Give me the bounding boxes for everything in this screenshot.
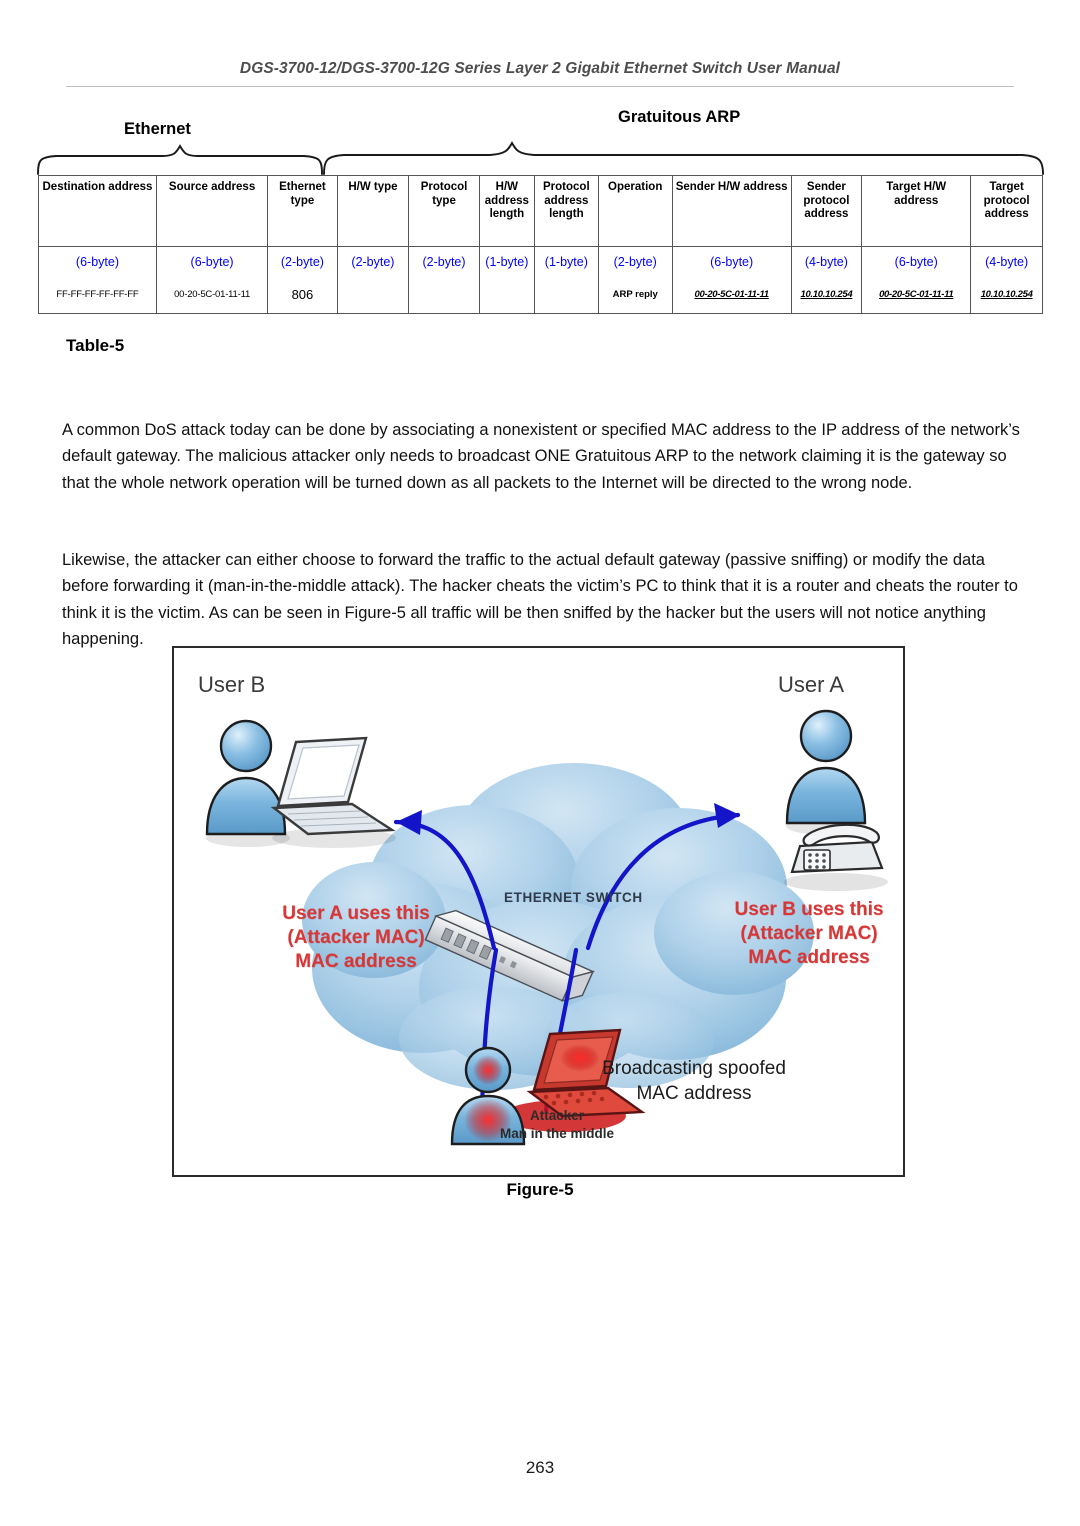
body-paragraph-2: Likewise, the attacker can either choose…: [62, 550, 1018, 649]
field-value: 806: [267, 279, 338, 314]
field-size: (6-byte): [671, 246, 792, 279]
column-header: H/W type: [336, 175, 410, 247]
field-value: [533, 279, 599, 314]
field-size: (2-byte): [267, 246, 338, 279]
figure-5-illustration: User B User A User A uses this (Attacker …: [172, 646, 905, 1177]
field-size: (2-byte): [408, 246, 480, 279]
field-value: [478, 279, 535, 314]
broadcast-spoofed-mac-label: Broadcasting spoofed MAC address: [602, 1058, 786, 1104]
header-divider: [66, 86, 1014, 87]
column-header: Destination address: [38, 175, 157, 247]
packet-format-table: Destination address Source address Ether…: [38, 175, 1043, 314]
field-size: (6-byte): [861, 246, 972, 279]
group-label-ethernet: Ethernet: [124, 120, 191, 138]
field-value: 10.10.10.254: [790, 279, 863, 314]
field-value: [336, 279, 410, 314]
field-size: (4-byte): [970, 246, 1043, 279]
group-label-gratuitous-arp: Gratuitous ARP: [618, 108, 741, 126]
annotation-user-a-uses-attacker-mac: User A uses this (Attacker MAC) MAC addres…: [282, 903, 430, 972]
running-header: DGS-3700-12/DGS-3700-12G Series Layer 2 …: [239, 60, 841, 77]
column-header: Sender H/W address: [671, 175, 792, 247]
table-size-row: (6-byte) (6-byte) (2-byte) (2-byte) (2-b…: [38, 246, 1043, 279]
column-header: Target protocol address: [970, 175, 1043, 247]
table-value-row: FF-FF-FF-FF-FF-FF 00-20-5C-01-11-11 806 …: [38, 279, 1043, 314]
table-caption: Table-5: [66, 336, 125, 355]
field-value: 00-20-5C-01-11-11: [155, 279, 269, 314]
body-paragraph-1: A common DoS attack today can be done by…: [62, 420, 1020, 492]
field-size: (2-byte): [597, 246, 673, 279]
field-value: 00-20-5C-01-11-11: [861, 279, 972, 314]
field-size: (4-byte): [790, 246, 863, 279]
column-header: Operation: [597, 175, 673, 247]
field-value: FF-FF-FF-FF-FF-FF: [38, 279, 157, 314]
attacker-label: Attacker Man in the middle: [499, 1108, 614, 1141]
ethernet-switch-label: ETHERNET SWITCH: [504, 890, 643, 905]
column-header: Protocol type: [408, 175, 480, 247]
user-b-person-icon: [205, 719, 290, 847]
table-header-row: Destination address Source address Ether…: [38, 175, 1043, 247]
column-header: Ethernet type: [267, 175, 338, 247]
page-number: 263: [525, 1458, 555, 1477]
field-size: (1-byte): [478, 246, 535, 279]
user-a-label: User A: [778, 672, 845, 697]
field-size: (1-byte): [533, 246, 599, 279]
column-header: Protocol address length: [533, 175, 599, 247]
user-b-label: User B: [198, 672, 266, 697]
annotation-user-b-uses-attacker-mac: User B uses this (Attacker MAC) MAC addres…: [734, 899, 884, 968]
field-size: (6-byte): [38, 246, 157, 279]
user-b-laptop-icon: [270, 736, 396, 848]
column-header: Source address: [155, 175, 269, 247]
field-value: 10.10.10.254: [970, 279, 1043, 314]
field-size: (6-byte): [155, 246, 269, 279]
user-a-telephone-icon: [784, 823, 888, 891]
field-size: (2-byte): [336, 246, 410, 279]
figure-caption: Figure-5: [506, 1180, 574, 1199]
group-braces: [37, 141, 1044, 175]
field-value: ARP reply: [597, 279, 673, 314]
field-value: 00-20-5C-01-11-11: [671, 279, 792, 314]
column-header: Sender protocol address: [790, 175, 863, 247]
field-value: [408, 279, 480, 314]
column-header: Target H/W address: [861, 175, 972, 247]
user-a-person-icon: [785, 709, 867, 835]
column-header: H/W address length: [478, 175, 535, 247]
